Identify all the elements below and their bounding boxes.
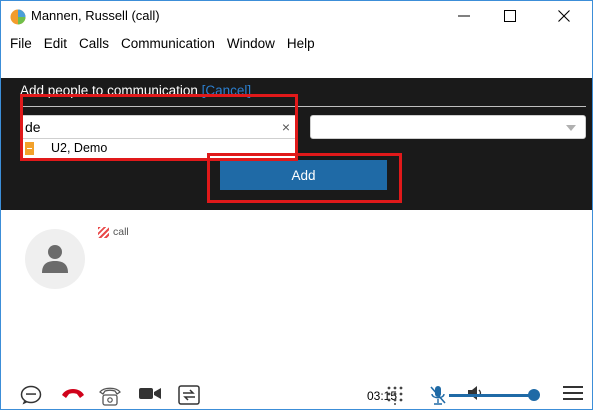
call-window: Mannen, Russell (call) File Edit Calls C… bbox=[0, 0, 593, 410]
minimize-button[interactable] bbox=[441, 1, 487, 31]
title-bar: Mannen, Russell (call) bbox=[1, 1, 592, 31]
person-icon bbox=[42, 245, 68, 273]
window-title: Mannen, Russell (call) bbox=[31, 8, 160, 23]
call-status: call bbox=[98, 226, 129, 238]
menu-edit[interactable]: Edit bbox=[38, 33, 73, 55]
close-icon bbox=[558, 10, 570, 22]
menu-calls[interactable]: Calls bbox=[73, 33, 115, 55]
maximize-icon bbox=[504, 10, 516, 22]
menu-file[interactable]: File bbox=[1, 33, 38, 55]
close-button[interactable] bbox=[541, 1, 587, 31]
call-status-label: call bbox=[113, 226, 129, 238]
dialpad-phone-icon[interactable] bbox=[98, 385, 122, 407]
volume-slider-handle[interactable] bbox=[528, 389, 541, 401]
chat-icon[interactable] bbox=[20, 385, 42, 405]
chevron-down-icon bbox=[566, 125, 576, 131]
menu-help[interactable]: Help bbox=[281, 33, 321, 55]
mic-muted-icon[interactable] bbox=[428, 385, 448, 407]
hangup-icon[interactable] bbox=[60, 385, 86, 401]
annotation-box-search bbox=[20, 94, 298, 161]
menu-window[interactable]: Window bbox=[221, 33, 281, 55]
menu-communication[interactable]: Communication bbox=[115, 33, 221, 55]
maximize-button[interactable] bbox=[487, 1, 533, 31]
speaker-icon[interactable] bbox=[467, 385, 485, 401]
communication-select[interactable] bbox=[310, 115, 586, 139]
menu-icon[interactable] bbox=[563, 385, 583, 401]
status-stripes-icon bbox=[98, 226, 109, 238]
menu-bar: File Edit Calls Communication Window Hel… bbox=[1, 33, 592, 55]
annotation-box-add bbox=[207, 153, 402, 203]
transfer-icon[interactable] bbox=[178, 385, 200, 405]
volume-slider-track[interactable] bbox=[449, 394, 537, 397]
keypad-icon[interactable] bbox=[386, 385, 404, 405]
avatar bbox=[25, 229, 85, 289]
app-icon bbox=[10, 9, 26, 25]
video-icon[interactable] bbox=[138, 385, 162, 401]
call-toolbar: 03:15 bbox=[1, 381, 592, 409]
minimize-icon bbox=[458, 15, 470, 17]
